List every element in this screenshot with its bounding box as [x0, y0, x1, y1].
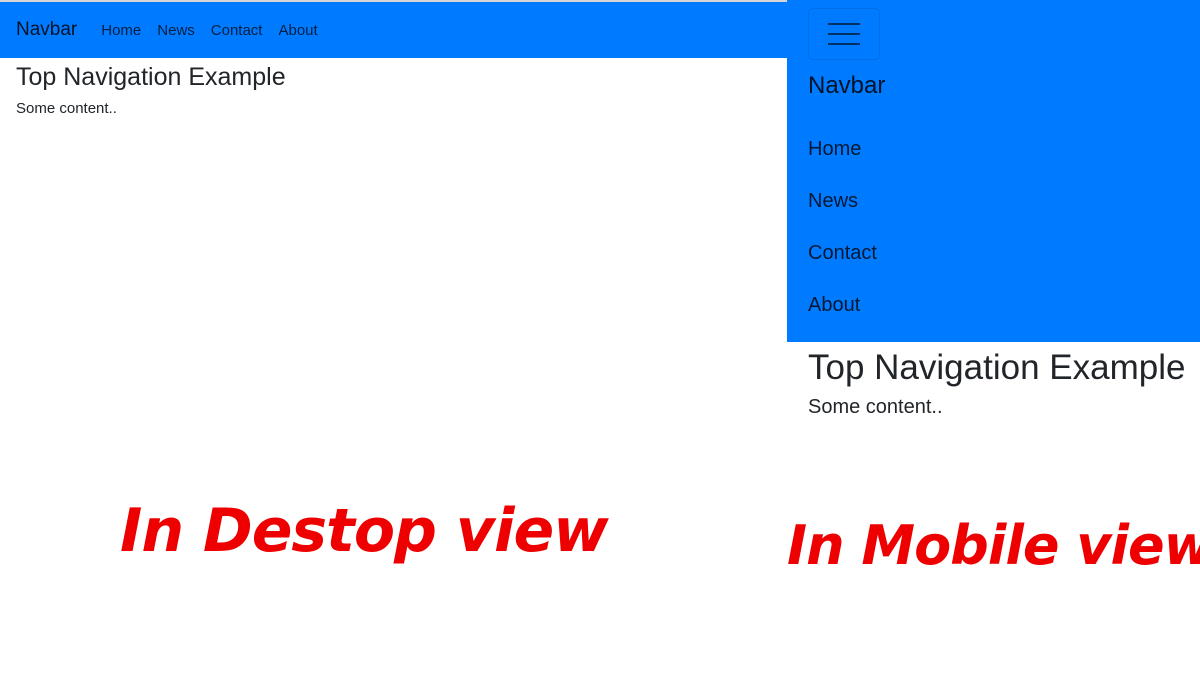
- navbar-toggler-button[interactable]: [808, 8, 880, 60]
- desktop-view-panel: Navbar Home News Contact About Top Navig…: [0, 0, 787, 470]
- page-title: Top Navigation Example: [16, 63, 286, 91]
- nav-link-contact[interactable]: Contact: [211, 22, 263, 39]
- mobile-navbar: Navbar Home News Contact About: [787, 0, 1200, 342]
- nav-link-home[interactable]: Home: [101, 22, 141, 39]
- nav-link-news[interactable]: News: [808, 190, 858, 213]
- desktop-navbar: Navbar Home News Contact About: [0, 2, 787, 58]
- page-text: Some content..: [16, 100, 117, 117]
- page-text: Some content..: [808, 396, 943, 418]
- nav-link-about[interactable]: About: [278, 22, 317, 39]
- nav-link-about[interactable]: About: [808, 294, 860, 317]
- nav-link-home[interactable]: Home: [808, 138, 861, 161]
- mobile-view-caption: In Mobile view: [787, 514, 1200, 577]
- hamburger-menu-icon: [828, 19, 860, 49]
- mobile-content: Top Navigation Example Some content..: [808, 346, 1188, 419]
- navbar-brand[interactable]: Navbar: [808, 72, 885, 100]
- navbar-brand[interactable]: Navbar: [16, 19, 77, 41]
- desktop-content: Top Navigation Example Some content..: [16, 60, 286, 117]
- desktop-view-caption: In Destop view: [120, 496, 609, 566]
- mobile-view-panel: Navbar Home News Contact About Top Navig…: [787, 0, 1200, 472]
- nav-link-contact[interactable]: Contact: [808, 242, 877, 265]
- nav-link-news[interactable]: News: [157, 22, 195, 39]
- page-title: Top Navigation Example: [808, 348, 1186, 387]
